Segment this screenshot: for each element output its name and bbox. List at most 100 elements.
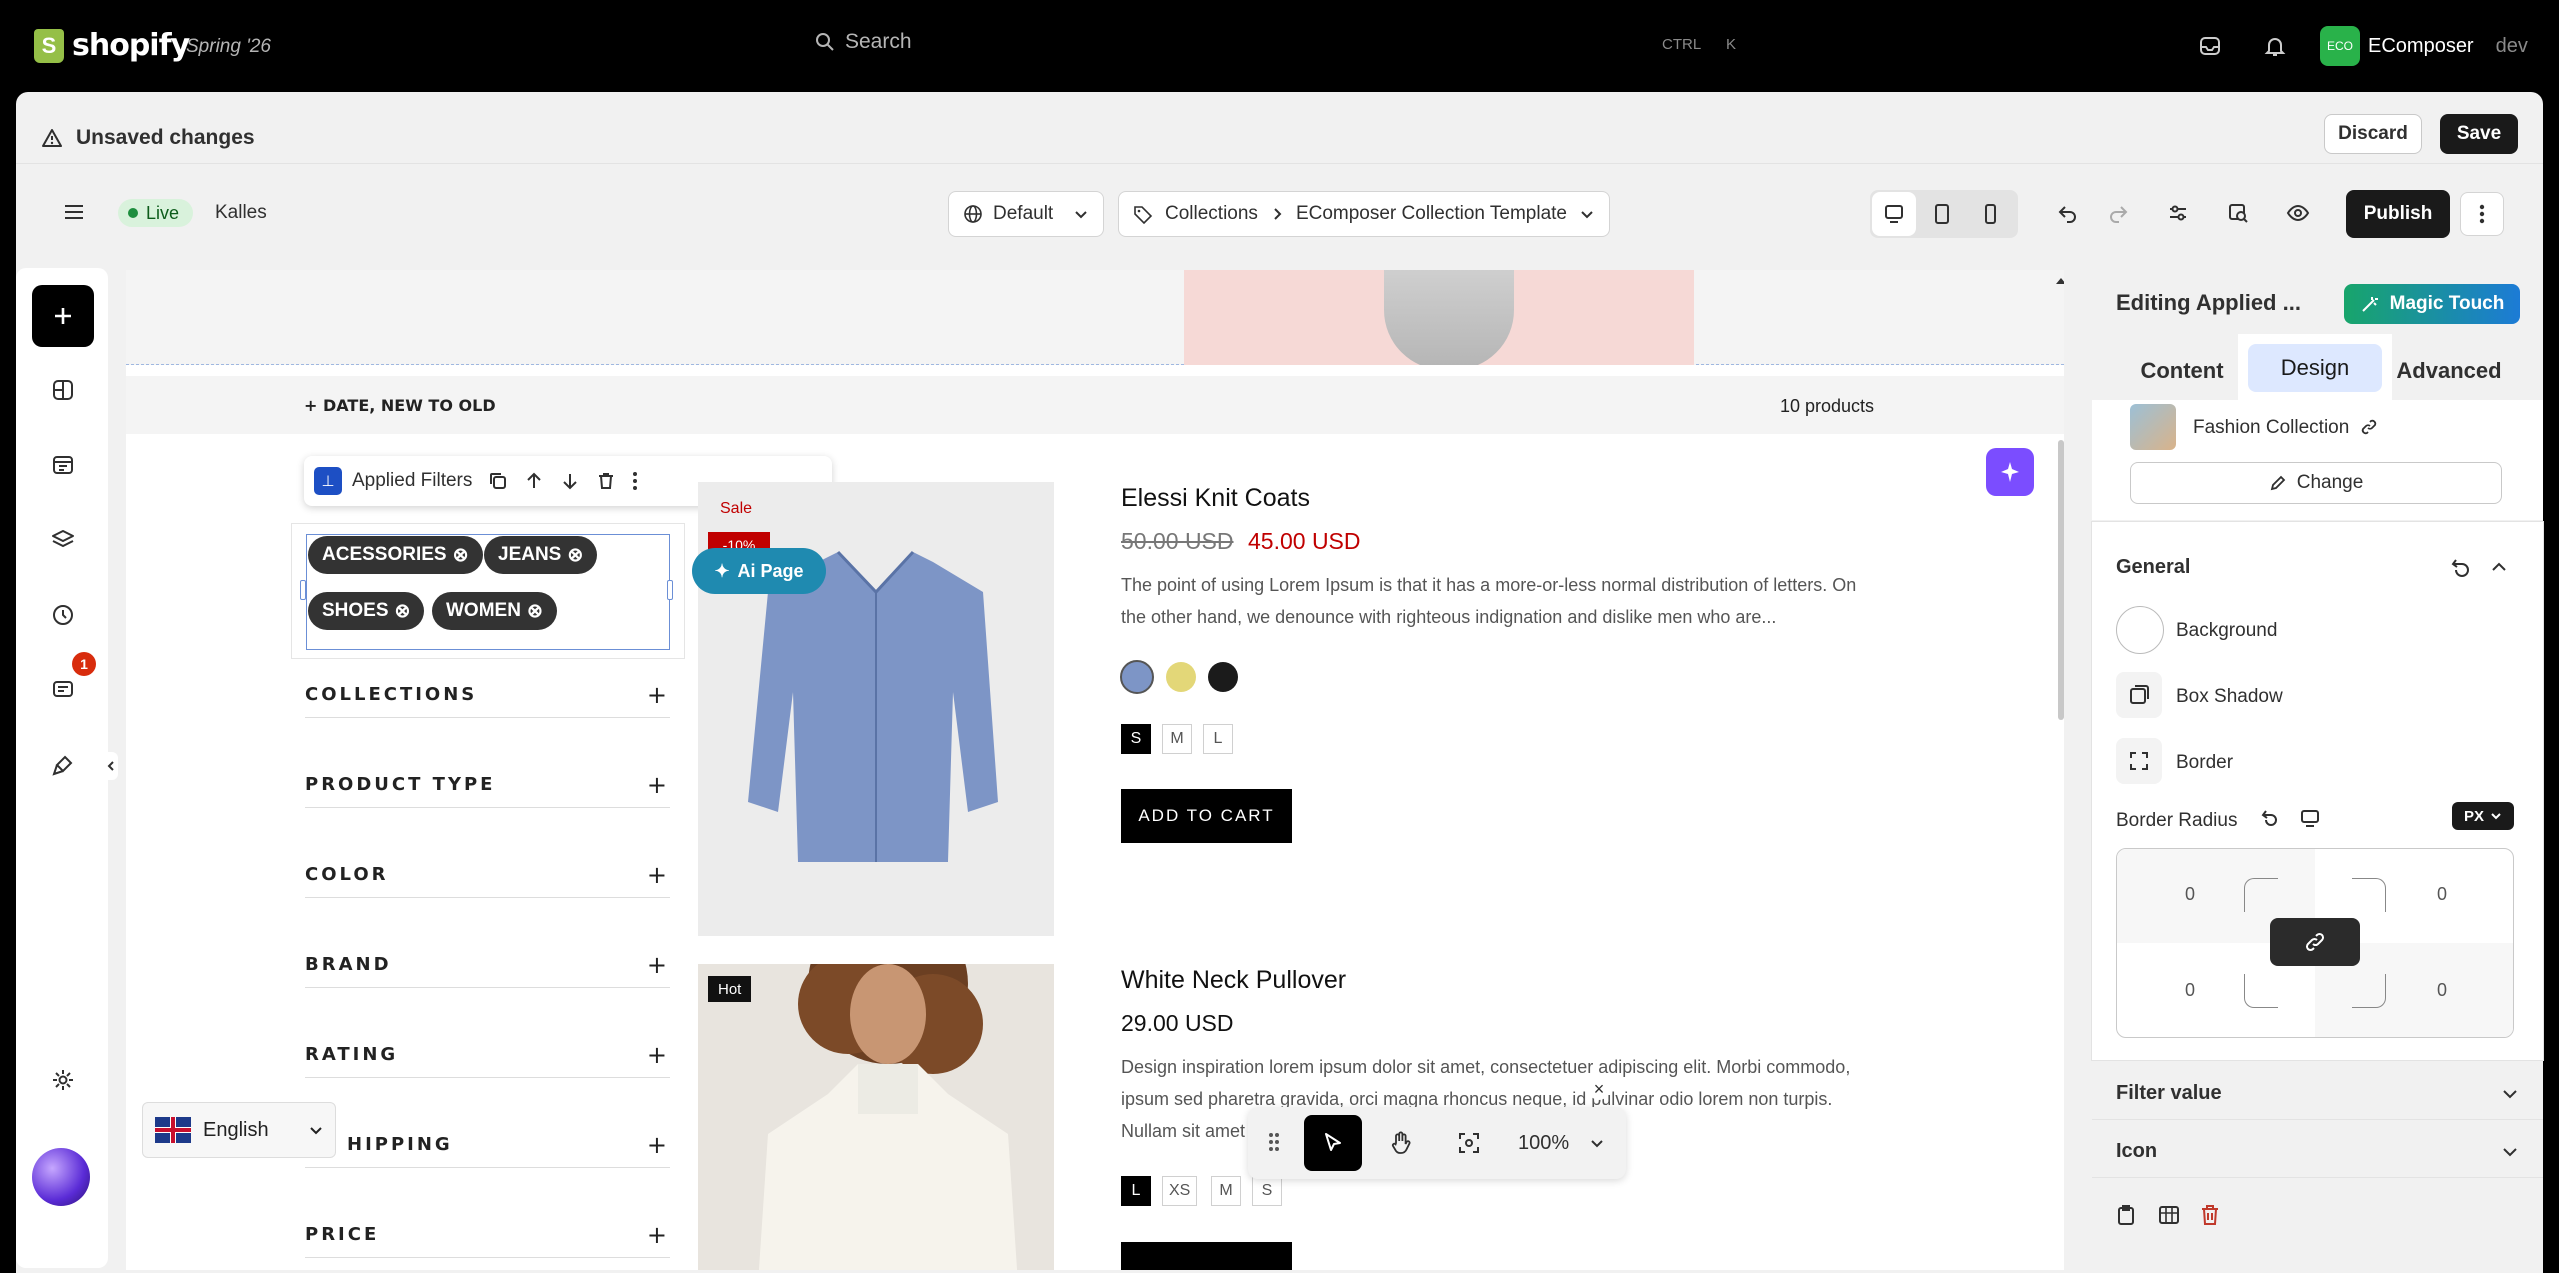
filter-group-collections[interactable]: COLLECTIONS +: [305, 672, 670, 718]
settings-sliders-icon[interactable]: [2156, 191, 2200, 235]
filter-group-brand[interactable]: BRAND +: [305, 942, 670, 988]
reset-radius-icon[interactable]: [2260, 808, 2280, 828]
filter-group-product-type[interactable]: PRODUCT TYPE +: [305, 762, 670, 808]
filter-group-rating[interactable]: RATING +: [305, 1032, 670, 1078]
tab-content[interactable]: Content: [2130, 350, 2234, 392]
publish-button[interactable]: Publish: [2346, 190, 2450, 238]
product-title[interactable]: White Neck Pullover: [1121, 966, 1346, 995]
zoom-select[interactable]: 100%: [1508, 1115, 1614, 1171]
radius-bottom-left-input[interactable]: 0: [2170, 980, 2210, 1001]
chevron-up-icon[interactable]: [2490, 558, 2508, 576]
templates-icon[interactable]: [48, 450, 78, 480]
inbox-icon[interactable]: [2196, 32, 2224, 60]
filter-tag[interactable]: SHOES ⊗: [308, 592, 425, 630]
fit-screen-icon[interactable]: [1440, 1115, 1498, 1171]
undo-icon[interactable]: [2046, 191, 2090, 235]
language-selector[interactable]: English: [142, 1102, 336, 1158]
color-swatch[interactable]: [1208, 662, 1238, 692]
comments-icon[interactable]: [48, 675, 78, 705]
delete-icon[interactable]: [596, 471, 616, 491]
select-tool-button[interactable]: [1304, 1115, 1362, 1171]
tab-advanced[interactable]: Advanced: [2394, 350, 2504, 392]
magic-touch-button[interactable]: Magic Touch: [2344, 284, 2520, 324]
radius-bottom-right-input[interactable]: 0: [2422, 980, 2462, 1001]
product-title[interactable]: Elessi Knit Coats: [1121, 484, 1310, 513]
filter-tag[interactable]: ACESSORIES ⊗: [308, 536, 483, 574]
copy-style-icon[interactable]: [2116, 1204, 2136, 1226]
filter-value-section[interactable]: Filter value: [2092, 1068, 2543, 1120]
ai-assistant-orb[interactable]: [32, 1148, 90, 1206]
filter-group-price[interactable]: PRICE +: [305, 1212, 670, 1258]
size-option[interactable]: XS: [1162, 1176, 1198, 1206]
discard-button[interactable]: Discard: [2324, 114, 2422, 154]
add-element-button[interactable]: [32, 285, 94, 347]
layers-icon[interactable]: [48, 525, 78, 555]
bell-icon[interactable]: [2261, 32, 2289, 60]
icon-section[interactable]: Icon: [2092, 1126, 2543, 1178]
link-radius-button[interactable]: [2270, 918, 2360, 966]
tablet-icon[interactable]: [1920, 192, 1964, 236]
unit-select[interactable]: PX: [2452, 802, 2514, 830]
more-options-icon[interactable]: [632, 471, 638, 491]
change-collection-button[interactable]: Change: [2130, 462, 2502, 504]
border-icon[interactable]: [2116, 738, 2162, 784]
add-to-cart-button[interactable]: [1121, 1242, 1292, 1270]
size-option[interactable]: L: [1121, 1176, 1151, 1206]
background-color-swatch[interactable]: [2116, 606, 2164, 654]
move-down-icon[interactable]: [560, 471, 580, 491]
more-options-icon[interactable]: [2460, 192, 2504, 236]
color-swatch[interactable]: [1120, 660, 1154, 694]
store-account[interactable]: ECO EComposer dev: [2320, 26, 2528, 66]
box-shadow-icon[interactable]: [2116, 672, 2162, 718]
preview-eye-icon[interactable]: [2276, 191, 2320, 235]
menu-icon[interactable]: [62, 200, 86, 224]
device-responsive-icon[interactable]: [2300, 808, 2320, 828]
template-breadcrumb[interactable]: Collections EComposer Collection Templat…: [1118, 191, 1610, 237]
product-image[interactable]: [698, 964, 1054, 1270]
close-palette-icon[interactable]: ×: [1588, 1078, 1610, 1100]
box-shadow-label[interactable]: Box Shadow: [2176, 686, 2283, 708]
ai-page-button[interactable]: ✦ Ai Page: [692, 548, 826, 594]
size-option[interactable]: M: [1211, 1176, 1241, 1206]
hand-tool-icon[interactable]: [1372, 1115, 1430, 1171]
save-button[interactable]: Save: [2440, 114, 2518, 154]
size-option[interactable]: S: [1121, 724, 1151, 754]
delete-icon[interactable]: [2200, 1204, 2220, 1226]
ai-sparkle-button[interactable]: [1986, 448, 2034, 496]
radius-top-left-input[interactable]: 0: [2170, 884, 2210, 905]
reset-icon[interactable]: [2450, 556, 2472, 578]
scroll-up-icon[interactable]: [2054, 276, 2064, 286]
radius-top-right-input[interactable]: 0: [2422, 884, 2462, 905]
link-icon[interactable]: [2360, 418, 2378, 436]
drag-handle-icon[interactable]: [1268, 1131, 1280, 1153]
filter-group-color[interactable]: COLOR +: [305, 852, 670, 898]
desktop-icon[interactable]: [1872, 192, 1916, 236]
sort-dropdown[interactable]: + DATE, NEW TO OLD: [304, 396, 496, 415]
mobile-icon[interactable]: [1968, 192, 2012, 236]
shopify-logo[interactable]: S shopify: [34, 28, 190, 63]
gear-icon[interactable]: [48, 1065, 78, 1095]
global-search[interactable]: Search: [815, 30, 912, 54]
duplicate-icon[interactable]: [488, 471, 508, 491]
tab-design[interactable]: Design: [2248, 344, 2382, 392]
sections-icon[interactable]: [48, 375, 78, 405]
collapse-rail-icon[interactable]: [104, 752, 118, 780]
move-up-icon[interactable]: [524, 471, 544, 491]
border-label[interactable]: Border: [2176, 752, 2233, 774]
filter-tag[interactable]: WOMEN ⊗: [432, 592, 557, 630]
color-swatch[interactable]: [1166, 662, 1196, 692]
canvas-scrollbar[interactable]: [2058, 440, 2064, 720]
brush-icon[interactable]: [48, 750, 78, 780]
history-icon[interactable]: [48, 600, 78, 630]
add-to-cart-button[interactable]: ADD TO CART: [1121, 789, 1292, 843]
layout-icon[interactable]: [2158, 1204, 2180, 1226]
resize-handle-right[interactable]: [667, 580, 673, 600]
size-option[interactable]: L: [1203, 724, 1233, 754]
redo-icon[interactable]: [2096, 191, 2140, 235]
resize-handle-left[interactable]: [300, 580, 306, 600]
inspect-icon[interactable]: [2216, 191, 2260, 235]
size-option[interactable]: M: [1162, 724, 1192, 754]
language-select[interactable]: Default: [948, 191, 1104, 237]
background-label[interactable]: Background: [2176, 620, 2277, 642]
filter-group-shipping[interactable]: HIPPING +: [305, 1122, 670, 1168]
